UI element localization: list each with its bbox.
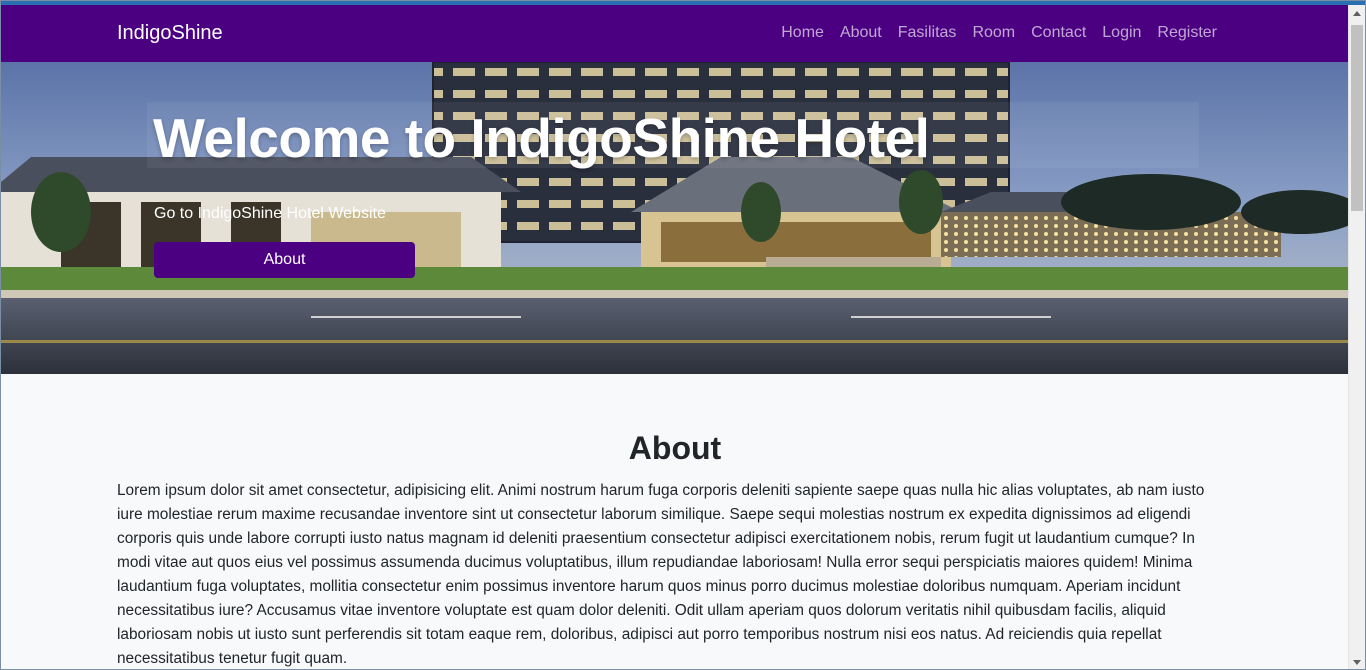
hero-section: Welcome to IndigoShine Hotel Go to Indig… — [1, 62, 1349, 374]
nav-link-fasilitas[interactable]: Fasilitas — [890, 24, 965, 42]
scroll-down-arrow-icon[interactable] — [1353, 660, 1361, 665]
hero-subtitle: Go to IndigoShine Hotel Website — [154, 205, 386, 222]
nav-link-register[interactable]: Register — [1149, 24, 1225, 42]
nav-links: Home About Fasilitas Room Contact Login … — [773, 24, 1225, 42]
hero-about-button[interactable]: About — [154, 242, 415, 278]
about-title: About — [628, 430, 722, 466]
brand-logo[interactable]: IndigoShine — [117, 22, 223, 45]
hero-title: Welcome to IndigoShine Hotel — [153, 107, 930, 169]
vertical-scrollbar[interactable] — [1348, 5, 1365, 669]
nav-link-login[interactable]: Login — [1094, 24, 1149, 42]
nav-link-home[interactable]: Home — [773, 24, 832, 42]
browser-viewport: IndigoShine Home About Fasilitas Room Co… — [0, 0, 1366, 670]
about-section: About Lorem ipsum dolor sit amet consect… — [1, 374, 1349, 669]
navbar: IndigoShine Home About Fasilitas Room Co… — [1, 5, 1349, 62]
nav-link-contact[interactable]: Contact — [1023, 24, 1094, 42]
nav-link-room[interactable]: Room — [964, 24, 1023, 42]
about-text: Lorem ipsum dolor sit amet consectetur, … — [117, 482, 1205, 667]
nav-link-about[interactable]: About — [832, 24, 890, 42]
scroll-thumb[interactable] — [1351, 25, 1363, 211]
scroll-up-arrow-icon[interactable] — [1353, 11, 1361, 16]
